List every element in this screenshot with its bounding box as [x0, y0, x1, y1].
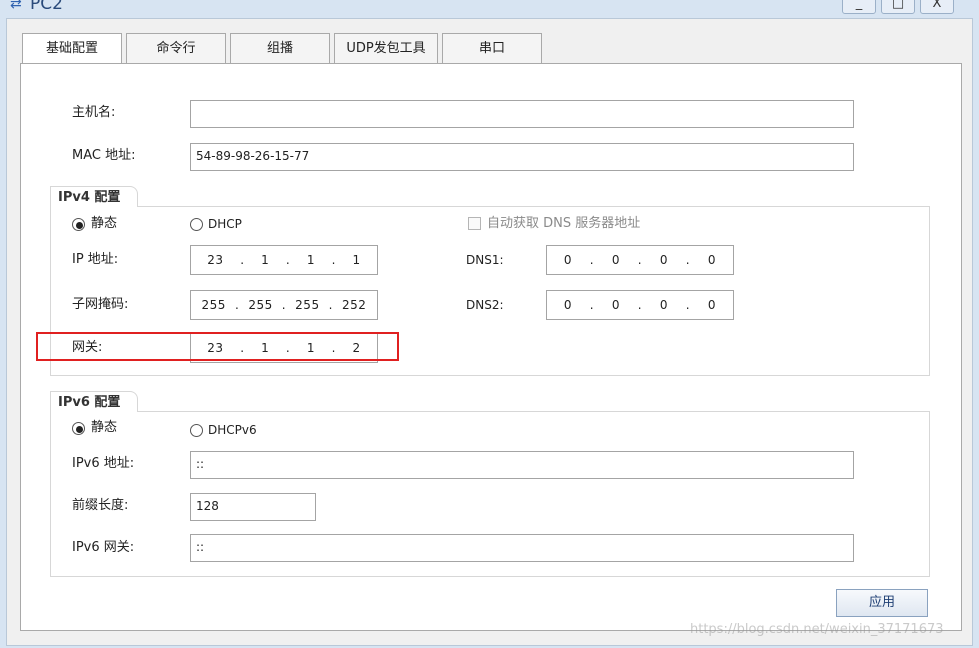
- ip-dot: .: [589, 253, 595, 267]
- mask-octet-3: 255: [295, 298, 320, 312]
- network-pc-icon: ⇄: [10, 0, 22, 12]
- maximize-button[interactable]: □: [881, 0, 915, 14]
- ip-address-label: IP 地址:: [72, 252, 119, 267]
- mac-address-field[interactable]: 54-89-98-26-15-77: [190, 143, 854, 171]
- ipv4-dhcp-label: DHCP: [208, 217, 242, 231]
- ipv4-static-radio[interactable]: [72, 218, 85, 231]
- dns2-octet-3: 0: [659, 298, 669, 312]
- ip-dot: .: [685, 253, 691, 267]
- tab-multicast[interactable]: 组播: [230, 33, 330, 64]
- mask-octet-2: 255: [248, 298, 273, 312]
- ip-octet-3: 1: [306, 253, 315, 267]
- title-bar: [0, 0, 979, 18]
- tab-command-line[interactable]: 命令行: [126, 33, 226, 64]
- ip-dot: .: [589, 298, 595, 312]
- ip-octet-2: 1: [261, 253, 270, 267]
- ip-dot: .: [281, 298, 287, 312]
- ipv6-dhcp-radio[interactable]: [190, 424, 203, 437]
- ip-dot: .: [637, 298, 643, 312]
- ipv6-static-label: 静态: [91, 420, 118, 435]
- ip-octet-4: 1: [352, 253, 361, 267]
- subnet-mask-input[interactable]: 255. 255. 255. 252: [190, 290, 378, 320]
- prefix-length-input[interactable]: 128: [190, 493, 316, 521]
- subnet-mask-label: 子网掩码:: [72, 297, 129, 312]
- hostname-label: 主机名:: [72, 105, 116, 120]
- close-button[interactable]: X: [920, 0, 954, 14]
- dns2-label: DNS2:: [466, 298, 504, 312]
- minimize-button[interactable]: _: [842, 0, 876, 14]
- dns1-input[interactable]: 0. 0. 0. 0: [546, 245, 734, 275]
- ip-address-input[interactable]: 23. 1. 1. 1: [190, 245, 378, 275]
- ipv6-static-radio[interactable]: [72, 422, 85, 435]
- ipv4-static-label: 静态: [91, 216, 118, 231]
- ipv6-address-label: IPv6 地址:: [72, 456, 135, 471]
- apply-button[interactable]: 应用: [836, 589, 928, 617]
- ipv6-gateway-input[interactable]: ::: [190, 534, 854, 562]
- dns1-octet-4: 0: [707, 253, 717, 267]
- ipv6-group-label: IPv6 配置: [52, 395, 127, 411]
- dns2-input[interactable]: 0. 0. 0. 0: [546, 290, 734, 320]
- tab-udp-tool[interactable]: UDP发包工具: [334, 33, 438, 64]
- tab-basic-config[interactable]: 基础配置: [22, 33, 122, 65]
- window-title: PC2: [30, 0, 63, 14]
- dns2-octet-4: 0: [707, 298, 717, 312]
- mask-octet-4: 252: [342, 298, 367, 312]
- gateway-highlight-box: [36, 332, 399, 361]
- dns2-octet-2: 0: [611, 298, 621, 312]
- mask-octet-1: 255: [201, 298, 226, 312]
- tab-serial[interactable]: 串口: [442, 33, 542, 64]
- ipv6-address-input[interactable]: ::: [190, 451, 854, 479]
- dns1-octet-3: 0: [659, 253, 669, 267]
- ip-dot: .: [685, 298, 691, 312]
- ip-dot: .: [328, 298, 333, 312]
- watermark-text: https://blog.csdn.net/weixin_37171673: [690, 622, 944, 637]
- auto-dns-label: 自动获取 DNS 服务器地址: [487, 216, 641, 231]
- ip-octet-1: 23: [207, 253, 224, 267]
- dns1-octet-1: 0: [563, 253, 573, 267]
- ip-dot: .: [331, 253, 336, 267]
- dns2-octet-1: 0: [563, 298, 573, 312]
- dns1-octet-2: 0: [611, 253, 621, 267]
- ipv6-gateway-label: IPv6 网关:: [72, 540, 135, 555]
- ipv6-dhcp-label: DHCPv6: [208, 423, 257, 437]
- hostname-input[interactable]: [190, 100, 854, 128]
- dns1-label: DNS1:: [466, 253, 504, 267]
- ip-dot: .: [637, 253, 643, 267]
- auto-dns-checkbox[interactable]: [468, 217, 481, 230]
- ipv4-dhcp-radio[interactable]: [190, 218, 203, 231]
- ipv4-group-label: IPv4 配置: [52, 190, 127, 206]
- mac-label: MAC 地址:: [72, 148, 136, 163]
- prefix-length-label: 前缀长度:: [72, 498, 129, 513]
- ip-dot: .: [240, 253, 245, 267]
- ip-dot: .: [234, 298, 240, 312]
- ip-dot: .: [285, 253, 291, 267]
